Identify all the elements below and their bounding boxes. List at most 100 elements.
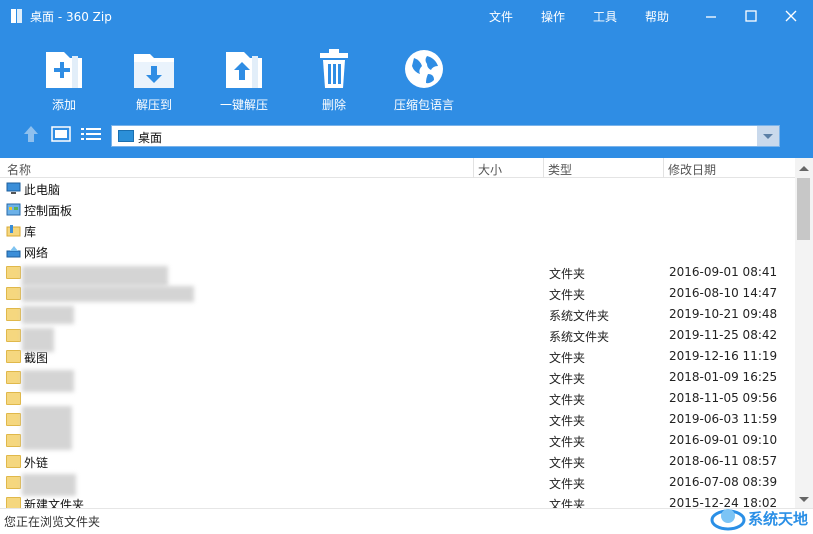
list-item[interactable]: 系统文件夹 2019-10-21 09:48 (0, 304, 795, 325)
item-type: 文件夹 (549, 414, 586, 428)
one-click-extract-icon (226, 52, 262, 88)
item-date: 2019-12-16 11:19 (669, 349, 778, 363)
item-date: 2019-10-21 09:48 (669, 307, 778, 321)
menu-operation[interactable]: 操作 (541, 8, 565, 25)
column-divider (543, 158, 544, 178)
folder-icon (6, 392, 21, 405)
minimize-button[interactable] (701, 6, 721, 26)
list-item[interactable]: 文件夹 2018-11-05 09:56 (0, 388, 795, 409)
scroll-up-icon[interactable] (799, 166, 809, 171)
address-bar[interactable]: 桌面 (111, 125, 780, 147)
folder-icon (6, 308, 21, 321)
archive-language-button[interactable]: 压缩包语言 (384, 46, 464, 116)
trash-icon (320, 49, 348, 88)
column-divider (663, 158, 664, 178)
item-name: 库 (24, 225, 37, 239)
vertical-scrollbar[interactable] (795, 158, 813, 508)
list-item[interactable]: 文件夹 2016-07-08 08:39 (0, 472, 795, 493)
scroll-thumb[interactable] (797, 178, 810, 240)
maximize-button[interactable] (741, 6, 761, 26)
item-type: 文件夹 (549, 498, 586, 508)
item-date: 2016-09-01 09:10 (669, 433, 778, 447)
list-item[interactable]: 文件夹 2018-01-09 16:25 (0, 367, 795, 388)
item-name: 网络 (24, 246, 49, 260)
item-type: 系统文件夹 (549, 330, 610, 344)
item-date: 2018-01-09 16:25 (669, 370, 778, 384)
window-title: 桌面 - 360 Zip (30, 10, 112, 24)
item-type: 文件夹 (549, 435, 586, 449)
status-text: 您正在浏览文件夹 (4, 515, 101, 529)
item-type: 文件夹 (549, 267, 586, 281)
up-arrow-icon[interactable] (22, 124, 40, 144)
column-date[interactable]: 修改日期 (668, 161, 716, 178)
library-icon (6, 225, 21, 237)
menu-file[interactable]: 文件 (489, 8, 513, 25)
folder-icon (6, 350, 21, 363)
address-path: 桌面 (138, 131, 163, 145)
item-type: 文件夹 (549, 477, 586, 491)
item-type: 文件夹 (549, 393, 586, 407)
network-icon (6, 246, 21, 258)
item-type: 文件夹 (549, 456, 586, 470)
item-type: 文件夹 (549, 351, 586, 365)
list-item[interactable]: 外链 文件夹 2018-06-11 08:57 (0, 451, 795, 472)
watermark: 系统天地 (706, 500, 813, 534)
list-item[interactable]: 文件夹 2016-09-01 09:10 (0, 430, 795, 451)
list-item[interactable]: 控制面板 (0, 199, 795, 220)
redaction-blur (22, 406, 72, 450)
folder-icon (6, 497, 21, 508)
folder-icon (6, 371, 21, 384)
folder-icon (6, 476, 21, 489)
redaction-blur (22, 306, 74, 324)
delete-label: 删除 (321, 98, 346, 112)
column-size[interactable]: 大小 (478, 161, 502, 178)
list-view-icon[interactable] (80, 124, 102, 144)
item-date: 2016-08-10 14:47 (669, 286, 778, 300)
list-item[interactable]: 新建文件夹 文件夹 2015-12-24 18:02 (0, 493, 795, 508)
list-item[interactable]: 网络 (0, 241, 795, 262)
item-date: 2018-06-11 08:57 (669, 454, 778, 468)
desktop-icon (118, 130, 134, 142)
folder-icon (6, 329, 21, 342)
item-date: 2019-06-03 11:59 (669, 412, 778, 426)
watermark-text: 系统天地 (748, 510, 809, 528)
list-item[interactable]: 文件夹 2019-06-03 11:59 (0, 409, 795, 430)
list-item[interactable]: 截图 文件夹 2019-12-16 11:19 (0, 346, 795, 367)
column-header: 名称 大小 类型 修改日期 (0, 158, 795, 178)
redaction-blur (22, 370, 74, 392)
close-button[interactable] (781, 6, 801, 26)
redaction-blur (22, 286, 194, 302)
column-name[interactable]: 名称 (7, 161, 31, 178)
add-archive-icon (46, 52, 82, 88)
folder-icon (6, 434, 21, 447)
item-date: 2018-11-05 09:56 (669, 391, 778, 405)
address-dropdown-button[interactable] (757, 126, 779, 146)
archive-language-label: 压缩包语言 (393, 98, 454, 112)
list-item[interactable]: 库 (0, 220, 795, 241)
thumbnail-view-icon[interactable] (51, 124, 71, 144)
list-item[interactable]: 系统文件夹 2019-11-25 08:42 (0, 325, 795, 346)
extract-to-icon (134, 54, 174, 88)
item-name: 外链 (24, 456, 49, 470)
folder-icon (6, 287, 21, 300)
column-type[interactable]: 类型 (548, 161, 572, 178)
extract-to-button[interactable]: 解压到 (114, 46, 194, 116)
column-divider (473, 158, 474, 178)
item-type: 文件夹 (549, 372, 586, 386)
folder-icon (6, 266, 21, 279)
delete-button[interactable]: 删除 (294, 46, 374, 116)
item-name: 控制面板 (24, 204, 73, 218)
folder-icon (6, 413, 21, 426)
item-date: 2016-09-01 08:41 (669, 265, 778, 279)
menu-help[interactable]: 帮助 (645, 8, 669, 25)
one-click-extract-button[interactable]: 一键解压 (204, 46, 284, 116)
add-label: 添加 (51, 98, 76, 112)
control-panel-icon (6, 203, 21, 216)
menu-tools[interactable]: 工具 (593, 8, 617, 25)
folder-icon (6, 455, 21, 468)
one-click-extract-label: 一键解压 (219, 98, 268, 112)
file-list: 此电脑 控制面板 库 网络 文件夹 2016-09-01 08:41 文件夹 201… (0, 178, 795, 508)
add-button[interactable]: 添加 (24, 46, 104, 116)
list-item[interactable]: 此电脑 (0, 178, 795, 199)
computer-icon (6, 182, 21, 194)
